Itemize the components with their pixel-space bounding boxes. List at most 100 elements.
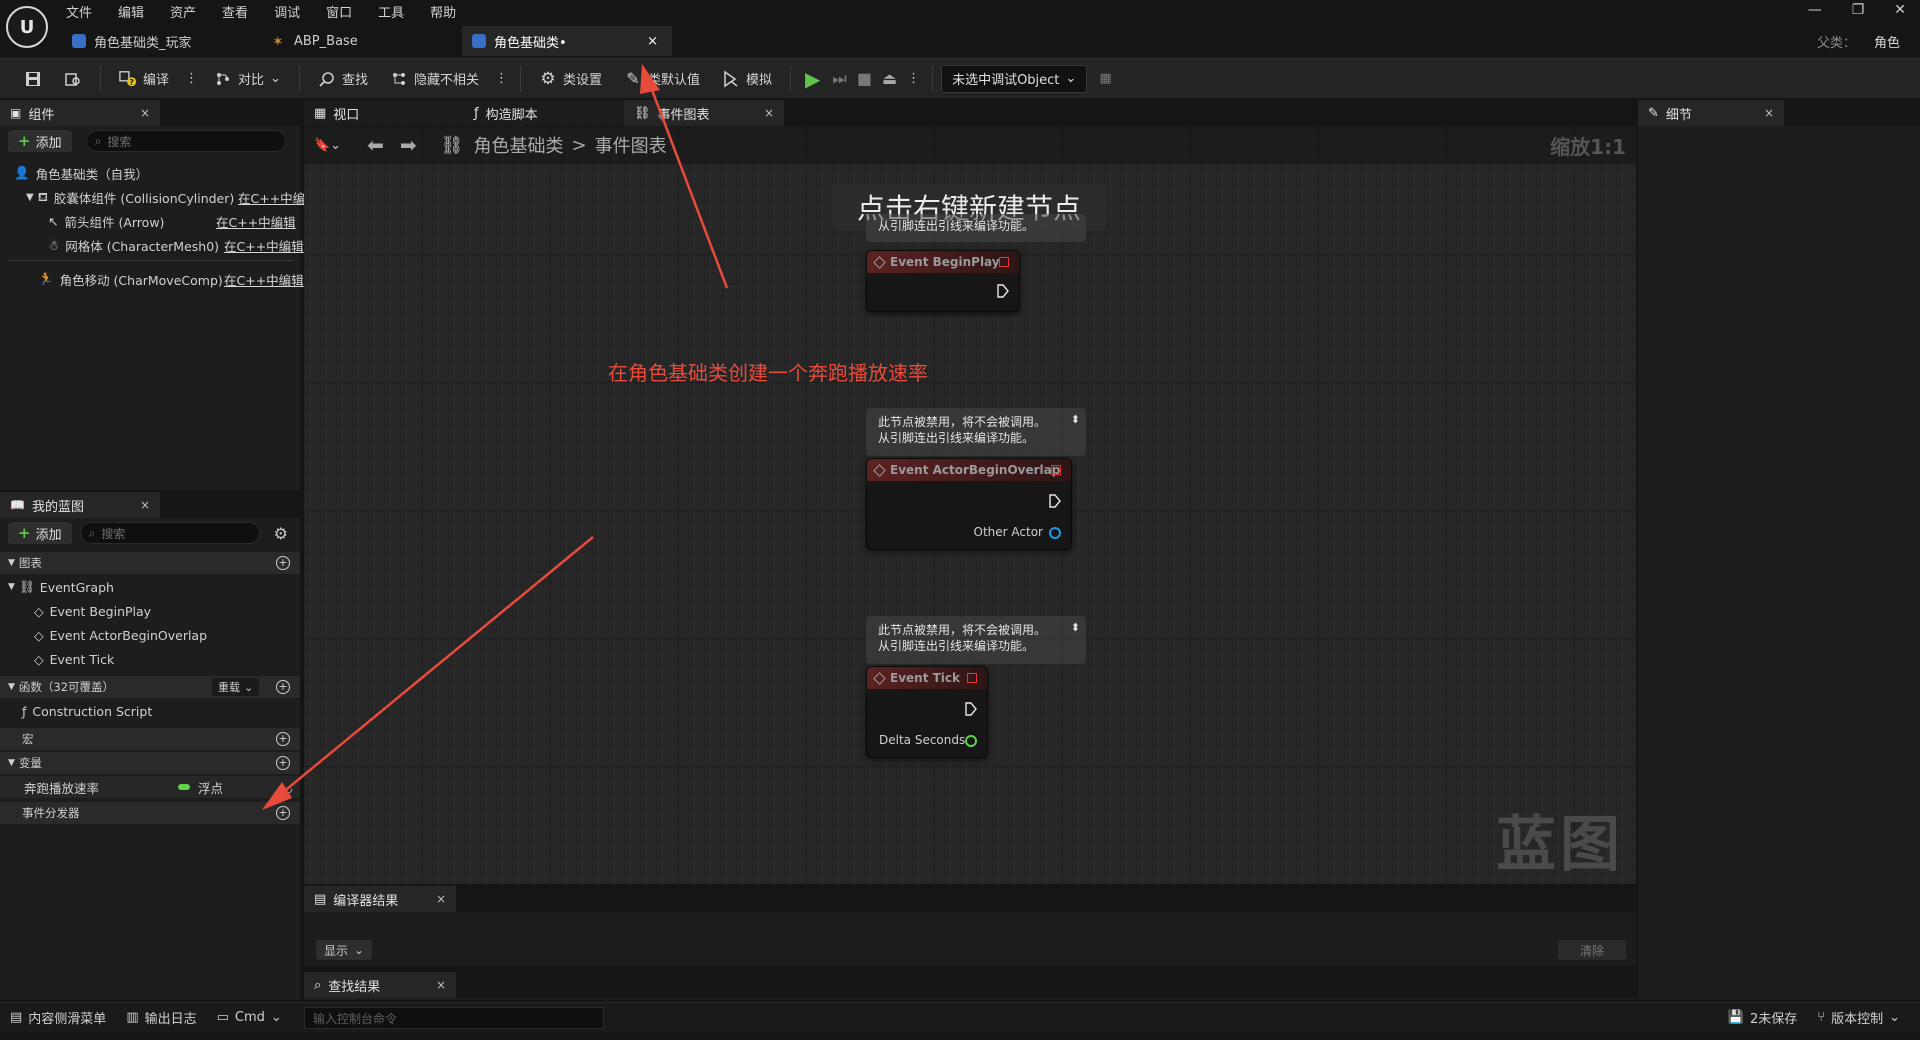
override-dropdown[interactable]: 重载 ⌄ <box>212 678 260 696</box>
menu-debug[interactable]: 调试 <box>274 2 300 22</box>
exec-out-pin[interactable] <box>997 284 1009 298</box>
edit-in-cpp-link[interactable]: 在C++中编辑 <box>224 270 304 289</box>
close-icon[interactable]: × <box>764 106 774 120</box>
add-variable-icon[interactable]: + <box>276 756 290 770</box>
bookmark-icon[interactable]: 🔖⌄ <box>314 138 341 153</box>
breadcrumb-root[interactable]: 角色基础类 <box>473 132 563 158</box>
menu-help[interactable]: 帮助 <box>430 2 456 22</box>
delegate-pin[interactable] <box>1051 465 1061 475</box>
add-component-button[interactable]: + 添加 <box>8 130 72 152</box>
unreal-logo[interactable]: U <box>6 6 48 48</box>
diff-button[interactable]: 对比 ⌄ <box>204 64 291 94</box>
restore-button[interactable]: ❐ <box>1852 2 1865 18</box>
exec-out-pin[interactable] <box>1049 494 1061 508</box>
add-dispatcher-icon[interactable]: + <box>276 806 290 820</box>
event-item[interactable]: ◇ Event BeginPlay <box>34 600 151 622</box>
component-self[interactable]: 👤 角色基础类（自我） <box>14 162 148 184</box>
edit-in-cpp-link[interactable]: 在C++中编 <box>238 188 305 207</box>
close-icon[interactable]: × <box>436 978 446 992</box>
pin-toggle-icon[interactable]: ⬍ <box>1071 620 1080 636</box>
simulate-button[interactable]: 模拟 <box>712 64 782 94</box>
hide-unrelated-button[interactable]: 隐藏不相关 <box>380 64 489 94</box>
close-icon[interactable]: × <box>436 892 446 906</box>
debug-filter-button[interactable]: ▦ <box>1089 64 1121 94</box>
content-drawer-button[interactable]: ▤ 内容侧滑菜单 <box>0 1003 116 1033</box>
float-pin[interactable] <box>965 735 977 747</box>
compile-button[interactable]: ? 编译 <box>109 64 179 94</box>
expand-arrow-icon[interactable]: ▼ <box>26 192 34 203</box>
component-capsule[interactable]: ▼ ⛾ 胶囊体组件 (CollisionCylinder) 在C++中编 <box>26 186 305 208</box>
object-pin[interactable] <box>1049 527 1061 539</box>
class-settings-button[interactable]: ⚙ 类设置 <box>529 64 612 94</box>
doc-tab-base-character[interactable]: 角色基础类• × <box>462 26 672 56</box>
variable-item[interactable]: 奔跑播放速率 浮点 ◡ <box>0 776 300 798</box>
component-arrow[interactable]: ↖ 箭头组件 (Arrow) 在C++中编辑 <box>48 210 298 232</box>
my-blueprint-tab[interactable]: 📖 我的蓝图 × <box>0 492 160 518</box>
play-options-button[interactable]: ⋮ <box>903 64 924 94</box>
back-arrow-icon[interactable]: ⬅ <box>367 133 384 157</box>
close-icon[interactable]: × <box>140 498 150 512</box>
minimize-button[interactable]: — <box>1808 2 1822 18</box>
variable-type[interactable]: 浮点 <box>198 778 223 797</box>
component-movement[interactable]: 🏃 角色移动 (CharMoveComp) 在C++中编辑 <box>38 268 304 290</box>
parent-class-value[interactable]: 角色 <box>1874 36 1900 51</box>
play-button[interactable]: ▶ <box>799 64 826 94</box>
debug-object-select[interactable]: 未选中调试Object ⌄ <box>941 64 1088 93</box>
compiler-results-tab[interactable]: ▤ 编译器结果 × <box>304 886 456 912</box>
menu-edit[interactable]: 编辑 <box>118 2 144 22</box>
doc-tab-player[interactable]: 角色基础类_玩家 <box>62 26 262 56</box>
unsaved-button[interactable]: 💾 2未保存 <box>1718 1003 1807 1033</box>
menu-tools[interactable]: 工具 <box>378 2 404 22</box>
step-button[interactable]: ⏭ <box>828 64 850 94</box>
components-search[interactable]: ⌕ 搜索 <box>85 130 286 152</box>
add-macro-icon[interactable]: + <box>276 732 290 746</box>
output-log-button[interactable]: ▥ 输出日志 <box>116 1003 206 1033</box>
doc-tab-abp[interactable]: ✶ ABP_Base <box>262 26 462 56</box>
close-icon[interactable]: × <box>140 106 150 120</box>
section-dispatchers[interactable]: 事件分发器 + <box>0 802 300 824</box>
section-graphs[interactable]: ▼ 图表 + <box>0 552 300 574</box>
construction-script-item[interactable]: ƒ Construction Script <box>22 700 152 722</box>
node-event-actorbeginoverlap[interactable]: Event ActorBeginOverlap Other Actor <box>866 458 1072 550</box>
stop-button[interactable]: ■ <box>853 64 876 94</box>
cmd-dropdown[interactable]: ▭ Cmd ⌄ <box>207 1003 292 1033</box>
component-mesh[interactable]: ☃ 网格体 (CharacterMesh0) 在C++中编辑 <box>48 234 304 256</box>
add-graph-icon[interactable]: + <box>276 556 290 570</box>
exec-out-pin[interactable] <box>965 702 977 716</box>
eye-icon[interactable]: ◡ <box>282 780 293 795</box>
save-button[interactable] <box>14 64 52 94</box>
browse-button[interactable] <box>54 64 92 94</box>
source-control-button[interactable]: ⑂ 版本控制 ⌄ <box>1807 1003 1910 1033</box>
section-variables[interactable]: ▼ 变量 + <box>0 752 300 774</box>
delegate-pin[interactable] <box>967 673 977 683</box>
close-icon[interactable]: × <box>1764 106 1774 120</box>
show-dropdown[interactable]: 显示 ⌄ <box>316 940 373 960</box>
node-event-beginplay[interactable]: Event BeginPlay <box>866 250 1020 312</box>
gear-icon[interactable]: ⚙ <box>274 524 288 543</box>
close-window-button[interactable]: ✕ <box>1894 2 1906 18</box>
section-functions[interactable]: ▼ 函数（32可覆盖） 重载 ⌄ + <box>0 676 300 698</box>
event-graph-tab[interactable]: ⛓ 事件图表 × <box>624 100 784 126</box>
event-item[interactable]: ◇ Event Tick <box>34 648 114 670</box>
event-graph-item[interactable]: ▼ ⛓ EventGraph <box>8 576 114 598</box>
find-results-tab[interactable]: ⌕ 查找结果 × <box>304 972 456 998</box>
add-member-button[interactable]: + 添加 <box>8 522 72 544</box>
pin-toggle-icon[interactable]: ⬍ <box>1071 412 1080 428</box>
my-blueprint-search[interactable]: ⌕ 搜索 <box>79 522 260 544</box>
edit-in-cpp-link[interactable]: 在C++中编辑 <box>224 236 304 255</box>
event-item[interactable]: ◇ Event ActorBeginOverlap <box>34 624 207 646</box>
menu-window[interactable]: 窗口 <box>326 2 352 22</box>
details-tab[interactable]: ✎ 细节 × <box>1638 100 1784 126</box>
console-input[interactable]: 输入控制台命令 <box>304 1007 604 1029</box>
add-function-icon[interactable]: + <box>276 680 290 694</box>
construction-script-tab[interactable]: ƒ 构造脚本 <box>464 100 624 126</box>
node-event-tick[interactable]: Event Tick Delta Seconds <box>866 666 988 758</box>
components-tab[interactable]: ▣ 组件 × <box>0 100 160 126</box>
clear-button[interactable]: 清除 <box>1557 940 1626 960</box>
menu-asset[interactable]: 资产 <box>170 2 196 22</box>
compile-options-button[interactable]: ⋮ <box>181 64 202 94</box>
menu-file[interactable]: 文件 <box>66 2 92 22</box>
hide-options-button[interactable]: ⋮ <box>491 64 512 94</box>
class-defaults-button[interactable]: ✎ 类默认值 <box>614 64 710 94</box>
eject-button[interactable]: ⏏ <box>878 64 901 94</box>
